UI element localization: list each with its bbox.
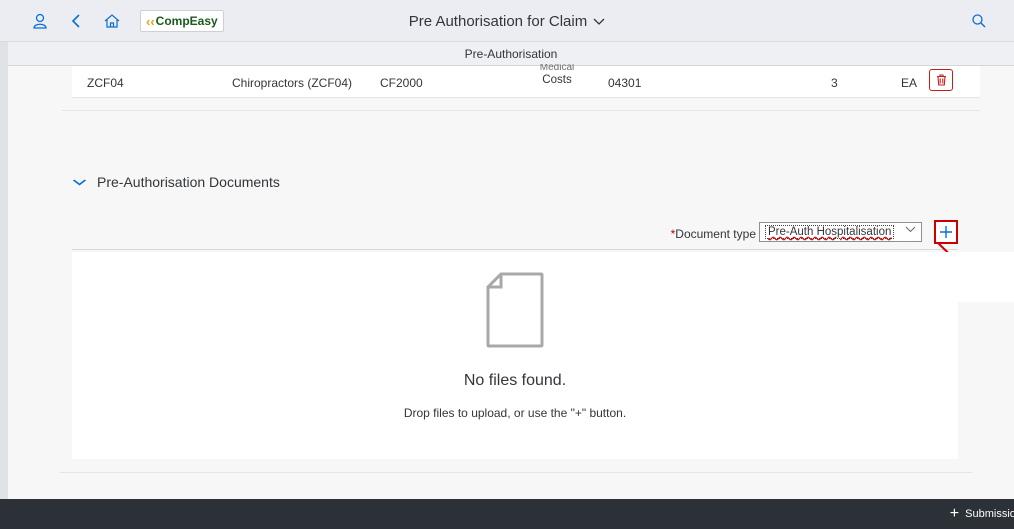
empty-state-hint: Drop files to upload, or use the "+" but… [403,406,627,420]
cell-number: 04301 [608,76,642,90]
home-icon[interactable] [94,0,130,42]
user-icon[interactable] [22,0,58,42]
back-icon[interactable] [58,0,94,42]
delete-button[interactable] [929,69,953,91]
document-type-label: *Document type [671,227,756,241]
section-title: Pre-Authorisation Documents [97,174,280,190]
overlay-patch [958,252,1014,302]
chevron-down-icon[interactable] [905,224,916,236]
chevron-down-icon[interactable] [72,175,87,189]
empty-state-title: No files found. [463,372,567,389]
left-edge-strip [0,42,8,499]
search-icon[interactable] [972,0,986,42]
cell-description: Chiropractors (ZCF04) [232,76,353,90]
plus-icon: + [949,505,960,522]
cell-category-line1: Medical [539,64,575,71]
document-type-value: Pre-Auth Hospitalisation [765,225,895,239]
shell-left-actions: ‹‹ CompEasy [0,0,224,42]
trash-icon [936,74,946,86]
documents-section-header[interactable]: Pre-Authorisation Documents [72,174,280,190]
cell-category: Medical Costs [527,64,587,87]
document-icon [486,272,544,351]
cell-quantity: 3 [831,76,838,90]
upload-drop-area[interactable]: No files found. Drop files to upload, or… [72,252,958,459]
submission-label: Submission [965,508,1014,520]
cell-category-line2: Costs [542,74,572,86]
submission-button[interactable]: + Submission [950,499,1014,529]
cell-unit: EA [901,76,918,90]
divider [62,110,980,111]
cell-item: CF2000 [380,76,423,90]
document-type-label-text: Document type [675,227,756,241]
document-type-select[interactable]: Pre-Auth Hospitalisation [759,222,922,242]
shell-bar: ‹‹ CompEasy Pre Authorisation for Claim [0,0,1014,42]
chevron-down-icon[interactable] [593,14,605,29]
page-subheader: Pre-Authorisation [8,42,1014,66]
table-row[interactable]: ZCF04 Chiropractors (ZCF04) CF2000 Medic… [72,64,980,98]
footer-toolbar: + Submission [0,499,1014,529]
cell-code: ZCF04 [87,76,124,90]
divider [60,472,972,473]
company-logo[interactable]: ‹‹ CompEasy [140,10,224,32]
logo-mark-icon: ‹‹ [146,13,155,29]
logo-text: CompEasy [155,14,218,28]
add-file-button[interactable] [934,220,958,244]
document-toolbar: *Document type Pre-Auth Hospitalisation [72,216,958,250]
plus-icon [940,226,952,238]
app-title[interactable]: Pre Authorisation for Claim [409,13,587,30]
subheader-title: Pre-Authorisation [464,46,558,61]
